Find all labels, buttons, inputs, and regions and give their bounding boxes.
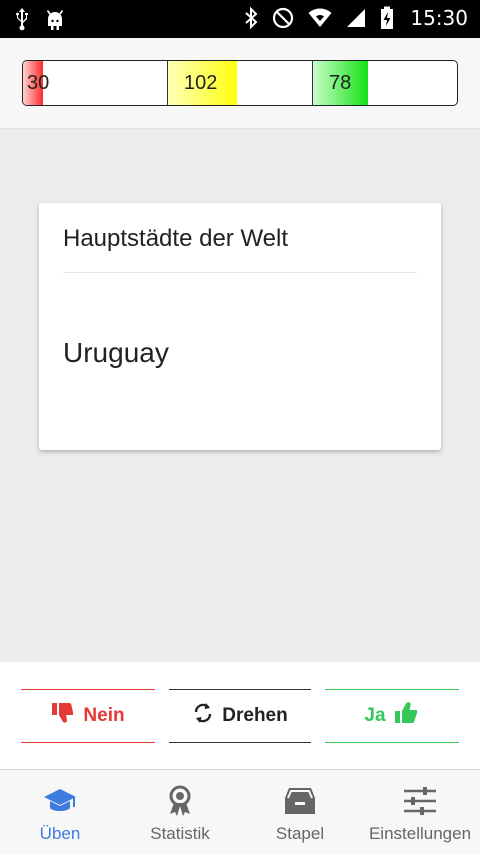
- no-button-label: Nein: [83, 705, 125, 726]
- cell-signal-icon: [346, 8, 366, 28]
- graduation-cap-icon: [43, 784, 77, 818]
- card-divider: [63, 272, 417, 273]
- battery-charging-icon: [380, 6, 394, 30]
- progress-count-red: 30: [27, 71, 50, 94]
- yes-button[interactable]: Ja: [325, 689, 459, 743]
- bottom-navigation: Üben Statistik Stapel Einstellungen: [0, 770, 480, 854]
- archive-box-icon: [284, 784, 316, 818]
- bluetooth-icon: [244, 6, 258, 30]
- flip-button-label: Drehen: [222, 705, 288, 726]
- nav-tab-practice[interactable]: Üben: [0, 770, 120, 854]
- thumbs-up-icon: [394, 701, 420, 731]
- nav-label-practice: Üben: [39, 824, 81, 843]
- nav-tab-statistics[interactable]: Statistik: [120, 770, 240, 854]
- yes-button-label: Ja: [364, 705, 386, 726]
- progress-count-yellow: 102: [184, 71, 218, 94]
- nav-label-decks: Stapel: [275, 824, 325, 843]
- flip-button[interactable]: Drehen: [169, 689, 311, 743]
- progress-count-green: 78: [329, 71, 352, 94]
- progress-segment-red: 30: [23, 61, 168, 105]
- learning-progress-bar: 30 102 78: [22, 60, 458, 106]
- wifi-icon: [308, 8, 332, 28]
- answer-area: Nein Drehen Ja: [0, 662, 480, 770]
- nav-tab-settings[interactable]: Einstellungen: [360, 770, 480, 854]
- thumbs-down-icon: [51, 702, 75, 730]
- card-deck-title: Hauptstädte der Welt: [63, 225, 289, 252]
- usb-icon: [14, 7, 30, 31]
- rotate-icon: [192, 701, 214, 731]
- no-button[interactable]: Nein: [21, 689, 155, 743]
- do-not-disturb-icon: [272, 7, 294, 29]
- award-ribbon-icon: [166, 784, 194, 818]
- sliders-icon: [403, 784, 437, 818]
- status-time: 15:30: [410, 6, 468, 30]
- progress-segment-green: 78: [313, 61, 457, 105]
- android-icon: [44, 7, 66, 31]
- status-bar: 15:30: [0, 0, 480, 38]
- nav-label-statistics: Statistik: [150, 824, 210, 843]
- card-question: Uruguay: [63, 337, 169, 368]
- nav-label-settings: Einstellungen: [368, 824, 472, 843]
- flash-card[interactable]: Hauptstädte der Welt Uruguay: [39, 203, 441, 450]
- nav-tab-decks[interactable]: Stapel: [240, 770, 360, 854]
- progress-segment-yellow: 102: [168, 61, 313, 105]
- progress-panel: 30 102 78: [0, 38, 480, 129]
